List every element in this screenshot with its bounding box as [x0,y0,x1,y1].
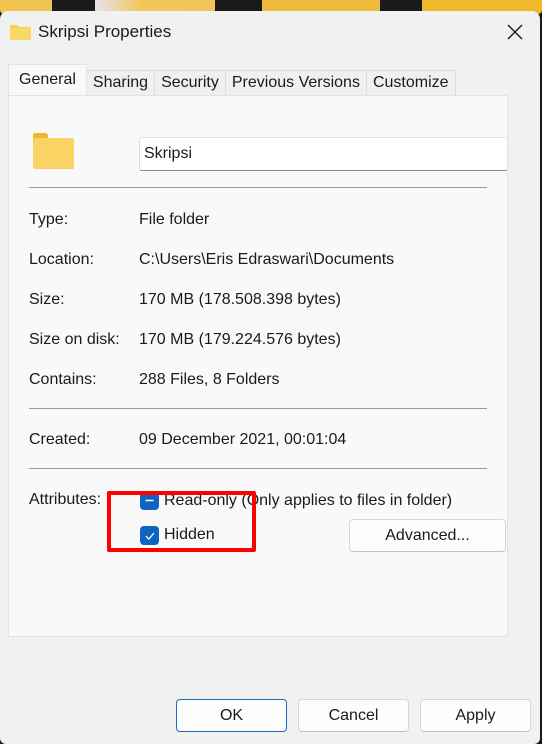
attributes-label: Attributes: [29,491,102,508]
checkmark-icon [145,532,154,540]
close-icon [507,24,523,40]
location-value: C:\Users\Eris Edraswari\Documents [139,251,395,268]
tab-general[interactable]: General [8,64,87,95]
cancel-button[interactable]: Cancel [298,699,409,732]
tab-customize[interactable]: Customize [365,70,456,95]
size-on-disk-value: 170 MB (179.224.576 bytes) [139,331,341,348]
apply-button[interactable]: Apply [420,699,531,732]
size-on-disk-label: Size on disk: [29,331,120,348]
type-label: Type: [29,211,69,228]
folder-icon [33,133,74,169]
close-button[interactable] [498,17,532,47]
tab-previous-versions[interactable]: Previous Versions [224,70,367,95]
location-label: Location: [29,251,94,268]
separator [29,187,487,188]
size-value: 170 MB (178.508.398 bytes) [139,291,341,308]
type-value: File folder [139,211,210,228]
general-tab-panel: Type: File folder Location: C:\Users\Eri… [8,95,508,637]
tab-security[interactable]: Security [154,70,226,95]
hidden-label[interactable]: Hidden [164,526,215,544]
folder-name-input[interactable] [139,137,508,171]
properties-dialog: Skripsi Properties General Sharing Secur… [0,11,540,744]
window-title: Skripsi Properties [38,22,172,41]
contains-value: 288 Files, 8 Folders [139,371,280,388]
ok-button[interactable]: OK [176,699,287,732]
indeterminate-icon [145,499,154,502]
separator [29,468,487,469]
title-bar: Skripsi Properties [0,11,540,55]
advanced-button[interactable]: Advanced... [349,519,506,552]
created-label: Created: [29,431,91,448]
contains-label: Contains: [29,371,97,388]
separator [29,408,487,409]
read-only-checkbox[interactable] [140,491,159,510]
tab-sharing[interactable]: Sharing [85,70,156,95]
size-label: Size: [29,291,65,308]
folder-icon [10,25,31,40]
read-only-label[interactable]: Read-only (Only applies to files in fold… [164,492,452,510]
created-value: 09 December 2021, 00:01:04 [139,431,347,448]
hidden-checkbox[interactable] [140,526,159,545]
tab-strip: General Sharing Security Previous Versio… [8,64,456,95]
